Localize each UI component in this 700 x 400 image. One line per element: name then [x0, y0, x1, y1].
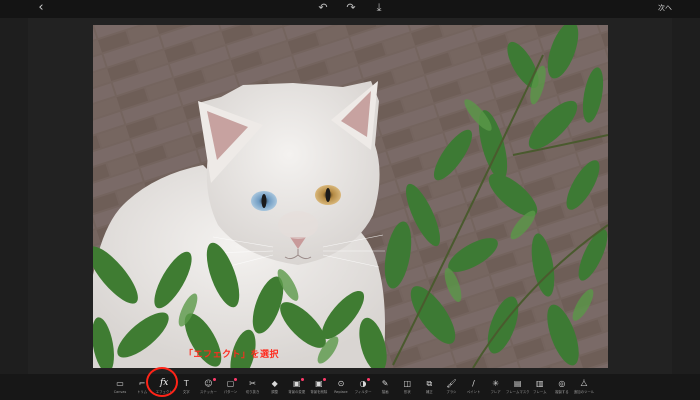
filter-icon: ◑ [360, 378, 370, 389]
add-layer-icon: ⧊ [580, 379, 588, 388]
redo-icon[interactable]: ↷ [344, 1, 358, 15]
frame-mask-icon: ▤ [513, 379, 522, 388]
effects-highlight-circle [146, 367, 178, 397]
download-icon[interactable]: ⤓ [372, 1, 386, 15]
trim-icon: ⌐ [138, 379, 146, 388]
new-badge-dot [234, 378, 238, 381]
tool-label: トリム [137, 390, 148, 394]
tool-label: 補正 [425, 390, 433, 394]
tool-label: フレア [490, 390, 501, 394]
new-badge-dot [366, 378, 370, 381]
text-icon: T [183, 379, 189, 388]
sparkle-icon: ✳ [492, 379, 499, 388]
undo-icon[interactable]: ↶ [316, 1, 330, 15]
paint-icon: / [472, 379, 475, 388]
tool-label: 形状 [403, 390, 411, 394]
tool-label: フィルター [354, 390, 372, 394]
tone-icon: ⧉ [426, 379, 433, 388]
tool-shape[interactable]: ◫ 形状 [397, 378, 417, 400]
ai-icon: ◆ [271, 379, 278, 388]
canvas-icon: ▭ [116, 379, 124, 388]
tool-canvas[interactable]: ▭ Canvas [110, 378, 130, 400]
tool-layer[interactable]: ▢ パターン [220, 378, 240, 400]
tool-label: 切り抜き [245, 390, 260, 394]
cutout-icon: ✂ [249, 379, 256, 388]
tool-label: 複製する [555, 390, 569, 394]
tool-add-layer[interactable]: ⧊ 追加のツール [574, 378, 594, 400]
tool-label: 追加のツール [573, 390, 595, 394]
annotation-select-effects: 「エフェクト」を選択 [184, 350, 280, 360]
tool-sparkle[interactable]: ✳ フレア [486, 378, 506, 400]
tool-replace[interactable]: ⊙ Replace [331, 378, 351, 400]
draw-icon: ✎ [381, 379, 389, 388]
tool-cutout[interactable]: ✂ 切り抜き [243, 378, 263, 400]
new-badge-dot [300, 378, 304, 381]
tool-clone[interactable]: ◎ 複製する [552, 378, 572, 400]
tool-label: パターン [223, 390, 238, 394]
tool-bg-remove[interactable]: ▣ 背景を削除 [309, 378, 329, 400]
tool-tone[interactable]: ⧉ 補正 [419, 378, 439, 400]
tool-label: ステッカー [199, 390, 217, 394]
tool-label: 背景の変更 [288, 390, 306, 394]
tool-ai[interactable]: ◆ 調整 [265, 378, 285, 400]
frame-icon: ▥ [536, 379, 544, 388]
tool-label: 調整 [271, 390, 279, 394]
tool-frame-mask[interactable]: ▤ フレームマスク [505, 378, 530, 400]
photo-canvas[interactable] [93, 25, 608, 368]
top-bar: ‹ ↶ ↷ ⤓ 次へ [0, 0, 700, 18]
tool-text[interactable]: T 文字 [176, 378, 196, 400]
tool-sticker[interactable]: ☺ ステッカー [198, 378, 218, 400]
tool-label: 背景を削除 [310, 390, 328, 394]
bg-remove-icon: ▣ [315, 378, 326, 389]
tool-label: フレームマスク [505, 390, 530, 394]
replace-icon: ⊙ [337, 379, 345, 388]
tool-label: ブラシ [446, 390, 457, 394]
tool-list: ▭ Canvas ⌐ トリム fx エフェクト T 文字 ☺ ステッカー ▢ パターン ✂ 切り抜き ◆ 調整… [110, 378, 594, 400]
tool-label: 描画 [381, 390, 389, 394]
brush-icon: 🖌 [446, 379, 457, 388]
tool-label: フレーム [533, 390, 547, 394]
tool-background[interactable]: ▣ 背景の変更 [287, 378, 307, 400]
chevron-left-icon[interactable]: ‹ [34, 0, 48, 16]
shape-icon: ◫ [403, 379, 411, 388]
tool-draw[interactable]: ✎ 描画 [375, 378, 395, 400]
layer-icon: ▢ [227, 378, 238, 389]
tool-filter[interactable]: ◑ フィルター [353, 378, 373, 400]
tool-frame[interactable]: ▥ フレーム [530, 378, 550, 400]
sticker-icon: ☺ [204, 378, 216, 389]
next-button[interactable]: 次へ [658, 2, 672, 14]
tool-label: 文字 [182, 390, 190, 394]
tool-label: Replace [334, 390, 348, 394]
cat-photo-image [93, 25, 608, 368]
tool-brush[interactable]: 🖌 ブラシ [441, 378, 461, 400]
background-icon: ▣ [293, 378, 304, 389]
history-controls: ↶ ↷ ⤓ [316, 1, 386, 15]
new-badge-dot [212, 378, 216, 381]
new-badge-dot [322, 378, 326, 381]
tool-label: Canvas [113, 390, 127, 394]
tool-label: ペイント [466, 390, 481, 394]
tool-paint[interactable]: / ペイント [464, 378, 484, 400]
clone-icon: ◎ [558, 379, 566, 388]
